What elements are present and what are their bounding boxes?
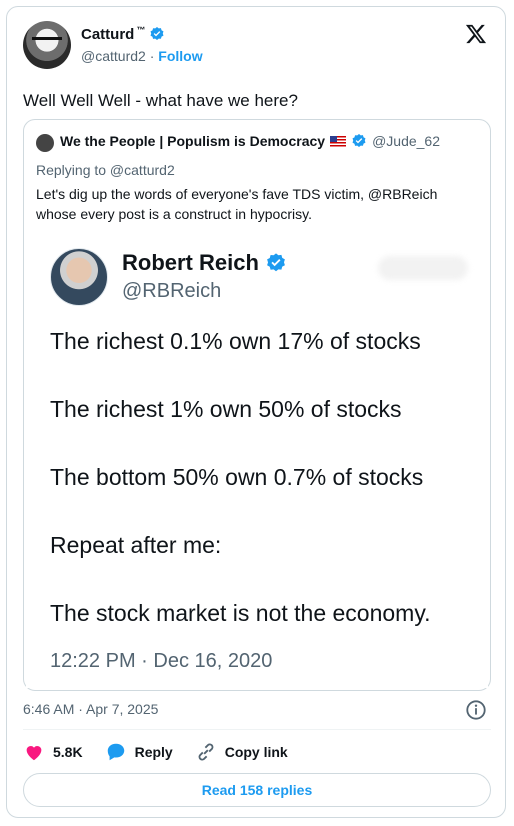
tweet-card: Catturd ™ @catturd2 · Follow Well Well We…	[6, 6, 506, 818]
verified-badge-icon	[352, 134, 366, 147]
image-author-name: Robert Reich	[122, 250, 259, 275]
follow-button[interactable]: Follow	[158, 48, 202, 64]
avatar-glasses	[32, 37, 62, 48]
quoted-image[interactable]: Robert Reich @RBReich The richest 0.1% o…	[26, 232, 488, 688]
tweet-timestamp[interactable]: 6:46 AM · Apr 7, 2025	[23, 701, 158, 717]
x-logo-icon[interactable]	[465, 23, 487, 45]
tweet-text: Well Well Well - what have we here?	[23, 91, 298, 110]
heart-icon	[26, 746, 42, 761]
image-line: The stock market is not the economy.	[50, 600, 431, 626]
verified-badge-icon	[150, 27, 164, 40]
like-count: 5.8K	[53, 744, 83, 760]
quoted-tweet[interactable]: We the People | Populism is Democracy @J…	[23, 119, 491, 691]
image-line: The bottom 50% own 0.7% of stocks	[50, 464, 424, 490]
reply-bubble-icon	[107, 743, 124, 761]
separator-dot: ·	[149, 48, 155, 64]
quote-header: We the People | Populism is Democracy @J…	[60, 133, 440, 149]
blurred-area	[378, 256, 468, 280]
flag-icon	[330, 135, 347, 147]
copy-link-label: Copy link	[224, 744, 288, 760]
quote-text: Let's dig up the words of everyone's fav…	[36, 186, 438, 222]
reply-button[interactable]: Reply	[105, 741, 173, 763]
action-bar: 5.8K Reply Copy link	[23, 741, 288, 763]
copy-link-button[interactable]: Copy link	[195, 741, 288, 763]
image-line: The richest 1% own 50% of stocks	[50, 396, 402, 422]
quote-author-name: We the People | Populism is Democracy	[60, 133, 326, 149]
link-icon	[198, 743, 214, 761]
image-line: Repeat after me:	[50, 532, 222, 558]
info-icon[interactable]	[465, 699, 487, 721]
reply-label: Reply	[134, 744, 173, 760]
author-name-row[interactable]: Catturd ™	[81, 25, 165, 43]
image-author-handle: @RBReich	[122, 280, 222, 302]
author-avatar[interactable]	[23, 21, 71, 69]
divider	[23, 729, 491, 730]
author-handle-row: @catturd2 · Follow	[81, 48, 203, 64]
image-timestamp: 12:22 PM · Dec 16, 2020	[50, 650, 273, 672]
trademark-mark: ™	[136, 25, 146, 35]
like-button[interactable]: 5.8K	[23, 741, 83, 763]
quote-author-avatar	[36, 134, 54, 152]
quote-replying-to: Replying to @catturd2	[36, 162, 175, 178]
image-author-name-row: Robert Reich	[122, 250, 287, 276]
verified-badge-icon	[267, 253, 285, 272]
image-avatar	[50, 248, 108, 306]
read-replies-button[interactable]: Read 158 replies	[23, 773, 491, 807]
quote-author-handle: @Jude_62	[372, 133, 441, 149]
author-name[interactable]: Catturd ™	[81, 25, 145, 43]
author-handle[interactable]: @catturd2	[81, 48, 146, 64]
image-line: The richest 0.1% own 17% of stocks	[50, 328, 421, 354]
